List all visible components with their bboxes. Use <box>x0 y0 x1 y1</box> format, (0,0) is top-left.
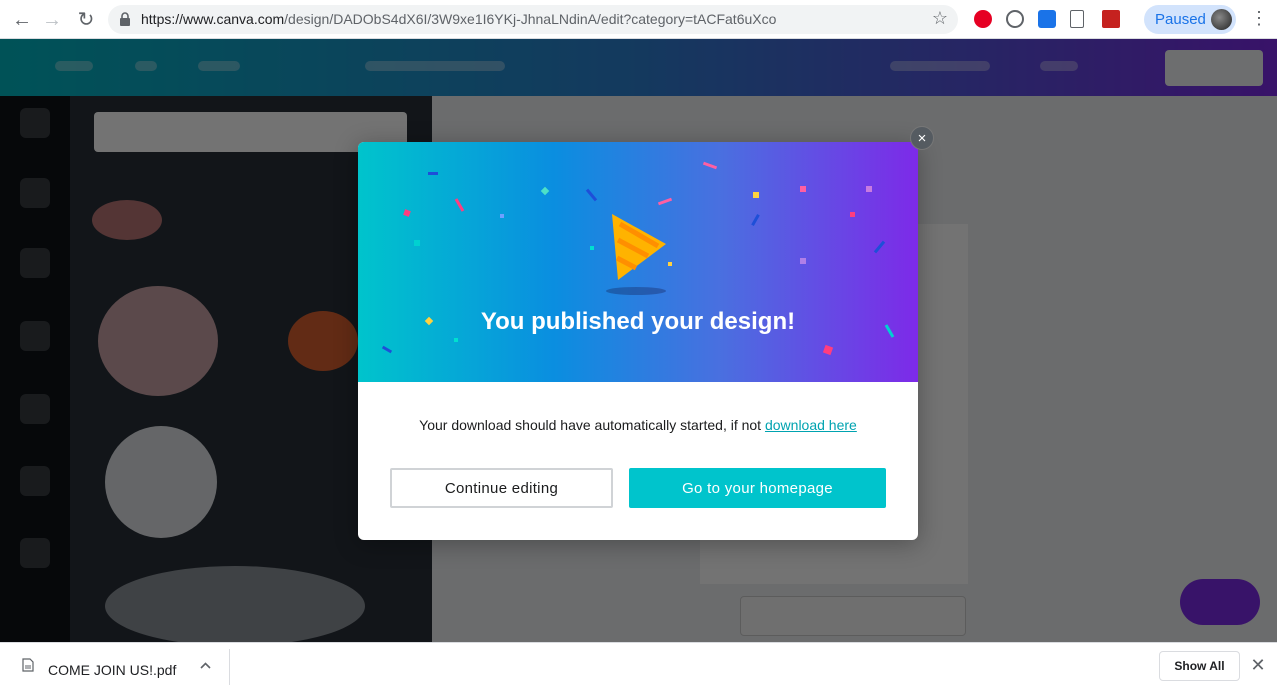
confetti-piece <box>403 209 411 217</box>
confetti-piece <box>590 246 594 250</box>
extension-icon[interactable] <box>1006 10 1024 28</box>
confetti-piece <box>500 214 504 218</box>
address-bar[interactable]: https://www.canva.com/design/DADObS4dX6I… <box>108 5 958 34</box>
confetti-piece <box>414 240 420 246</box>
browser-toolbar: ← → ↻ https://www.canva.com/design/DADOb… <box>0 0 1277 39</box>
flag-extension-icon[interactable] <box>1102 10 1120 28</box>
download-here-link[interactable]: download here <box>765 417 857 433</box>
confetti-piece <box>454 198 465 212</box>
downloads-divider <box>229 649 230 685</box>
show-all-button[interactable]: Show All <box>1159 651 1240 681</box>
profile-status: Paused <box>1155 11 1206 28</box>
download-file-name[interactable]: COME JOIN US!.pdf <box>48 662 176 678</box>
back-arrow-icon[interactable]: ← <box>10 8 34 32</box>
url-text: https://www.canva.com/design/DADObS4dX6I… <box>141 11 776 27</box>
dialog-hero: You published your design! <box>358 142 918 382</box>
confetti-piece <box>702 161 718 170</box>
dialog-body: Your download should have automatically … <box>358 382 918 540</box>
download-message: Your download should have automatically … <box>358 417 918 433</box>
forward-arrow-icon[interactable]: → <box>40 8 64 32</box>
lock-icon <box>120 12 130 26</box>
download-message-text: Your download should have automatically … <box>419 417 765 433</box>
pinterest-extension-icon[interactable] <box>974 10 992 28</box>
dialog-title: You published your design! <box>480 308 796 335</box>
continue-editing-button[interactable]: Continue editing <box>390 468 613 508</box>
party-popper-icon <box>606 214 666 295</box>
avatar <box>1211 9 1232 30</box>
publish-success-dialog: You published your design! Your download… <box>358 142 918 540</box>
bookmark-star-icon[interactable]: ☆ <box>932 8 948 29</box>
confetti-piece <box>866 186 872 192</box>
dialog-close-icon[interactable]: × <box>910 126 934 150</box>
browser-menu-icon[interactable]: ⋮ <box>1250 8 1268 29</box>
confetti-piece <box>873 240 886 254</box>
docs-extension-icon[interactable] <box>1038 10 1056 28</box>
confetti-piece <box>381 345 393 354</box>
url-host: https://www.canva.com <box>141 11 285 27</box>
confetti-piece <box>540 186 550 196</box>
chevron-up-icon[interactable] <box>200 662 211 669</box>
go-to-homepage-button[interactable]: Go to your homepage <box>629 468 886 508</box>
pdf-file-icon <box>22 658 34 672</box>
confetti-piece <box>822 344 834 356</box>
url-path: /design/DADObS4dX6I/3W9xe1I6YKj-JhnaLNdi… <box>284 11 777 27</box>
confetti-piece <box>657 197 673 206</box>
profile-button[interactable]: Paused <box>1144 5 1236 34</box>
confetti-piece <box>454 338 458 342</box>
confetti-piece <box>800 186 806 192</box>
reload-icon[interactable]: ↻ <box>74 8 98 32</box>
save-page-extension-icon[interactable] <box>1070 10 1084 28</box>
confetti-piece <box>428 172 438 175</box>
downloads-bar: COME JOIN US!.pdf Show All ✕ <box>0 642 1277 686</box>
confetti-piece <box>800 258 806 264</box>
confetti-piece <box>751 214 760 226</box>
close-downloads-icon[interactable]: ✕ <box>1250 655 1266 676</box>
confetti-piece <box>850 212 855 217</box>
confetti-piece <box>753 192 759 198</box>
confetti-piece <box>585 188 598 202</box>
